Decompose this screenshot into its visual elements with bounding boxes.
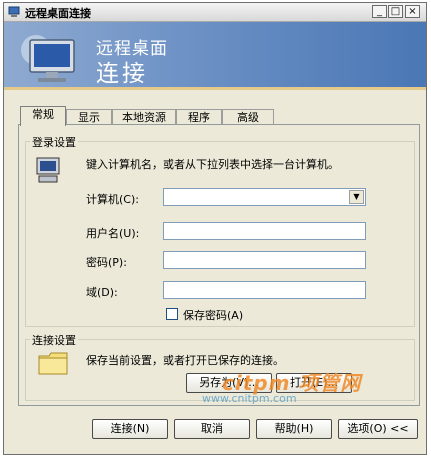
login-description: 键入计算机名，或者从下拉列表中选择一台计算机。 [86, 158, 339, 171]
login-settings-label: 登录设置 [30, 134, 78, 150]
password-label: 密码(P): [86, 256, 127, 269]
username-label: 用户名(U): [86, 227, 140, 240]
remote-desktop-window: 远程桌面连接 _ □ × 远程桌面 连接 常规 显示 本地资源 程序 高级 登录… [3, 2, 427, 455]
title-bar: 远程桌面连接 _ □ × [4, 3, 426, 22]
monitor-icon [21, 35, 75, 82]
username-input[interactable] [164, 223, 365, 239]
tab-panel-general: 登录设置 键入计算机名，或者从下拉列表中选择一台计算机。 计算机(C): ▼ 用… [18, 124, 420, 406]
minimize-button[interactable]: _ [372, 5, 387, 18]
password-field[interactable] [163, 251, 366, 269]
banner-title-line2: 连接 [96, 61, 148, 87]
domain-input[interactable] [164, 282, 365, 298]
chevron-down-icon[interactable]: ▼ [349, 190, 364, 204]
header-banner: 远程桌面 连接 [4, 22, 426, 90]
cancel-button[interactable]: 取消 [174, 419, 250, 439]
tab-local-resources[interactable]: 本地资源 [112, 109, 176, 125]
connection-settings-label: 连接设置 [30, 332, 78, 348]
tab-advanced[interactable]: 高级 [222, 109, 274, 125]
options-button[interactable]: 选项(O) << [338, 419, 418, 439]
domain-label: 域(D): [86, 286, 118, 299]
username-field[interactable] [163, 222, 366, 240]
save-password-checkbox[interactable] [166, 308, 178, 320]
computer-combobox[interactable]: ▼ [163, 188, 366, 206]
window-title: 远程桌面连接 [25, 7, 91, 20]
computer-label: 计算机(C): [86, 193, 139, 206]
computer-icon [36, 157, 60, 183]
help-button[interactable]: 帮助(H) [256, 419, 332, 439]
app-icon [8, 6, 20, 17]
password-input[interactable] [164, 252, 365, 268]
banner-divider [4, 87, 426, 90]
tab-programs[interactable]: 程序 [176, 109, 222, 125]
tab-display[interactable]: 显示 [66, 109, 112, 125]
tab-general[interactable]: 常规 [20, 106, 66, 126]
connect-button[interactable]: 连接(N) [92, 419, 168, 439]
maximize-button[interactable]: □ [388, 5, 403, 18]
login-settings-group: 登录设置 键入计算机名，或者从下拉列表中选择一台计算机。 计算机(C): ▼ 用… [25, 134, 415, 327]
close-button[interactable]: × [405, 5, 420, 18]
computer-input[interactable] [164, 189, 365, 205]
folder-icon [38, 352, 68, 375]
save-password-label[interactable]: 保存密码(A) [183, 307, 243, 323]
domain-field[interactable] [163, 281, 366, 299]
watermark-url: www.cnitpm.com [202, 392, 297, 405]
connection-description: 保存当前设置，或者打开已保存的连接。 [86, 354, 284, 367]
